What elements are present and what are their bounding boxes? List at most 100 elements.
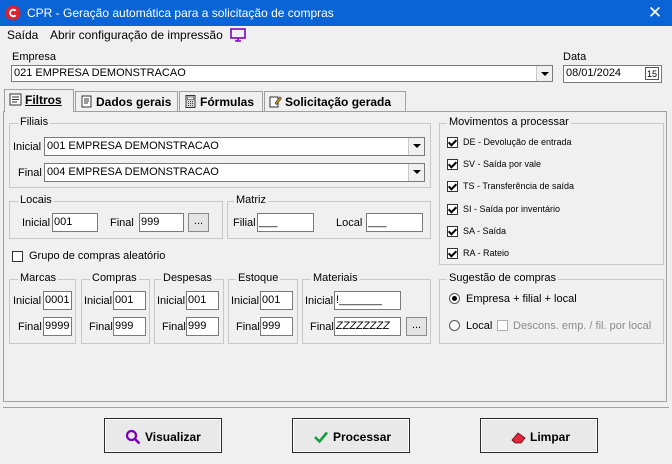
visualizar-label: Visualizar xyxy=(145,430,201,444)
filiais-final-label: Final xyxy=(18,167,42,179)
movimento-sa-label: SA - Saída xyxy=(463,226,507,236)
filial-inicial-select[interactable]: 001 EMPRESA DEMONSTRACAO xyxy=(44,137,425,156)
tab-dados-gerais[interactable]: Dados gerais xyxy=(75,91,178,111)
filiais-group-label: Filiais xyxy=(18,116,51,128)
filter-icon xyxy=(9,93,22,106)
estoque-final-label: Final xyxy=(236,321,260,333)
compras-inicial-input[interactable]: 001 xyxy=(113,291,146,310)
movimento-si-label: SI - Saída por inventário xyxy=(463,204,561,214)
desconsiderar-label: Descons. emp. / fil. por local xyxy=(513,320,652,332)
materiais-lookup-button[interactable]: ... xyxy=(406,317,427,336)
close-icon[interactable]: ✕ xyxy=(646,4,664,22)
movimento-ts-label: TS - Transferência de saída xyxy=(463,181,575,191)
sugestao-empresa-radio[interactable] xyxy=(449,293,460,304)
matriz-local-input[interactable]: ___ xyxy=(366,213,423,232)
empresa-select[interactable]: 021 EMPRESA DEMONSTRACAO xyxy=(11,65,553,82)
grupo-aleatorio-checkbox[interactable] xyxy=(12,251,23,262)
sugestao-group xyxy=(439,279,664,344)
matriz-group-label: Matriz xyxy=(234,194,268,206)
tab-formulas-label: Fórmulas xyxy=(200,95,255,109)
tab-filtros[interactable]: Filtros xyxy=(4,89,74,112)
sugestao-group-label: Sugestão de compras xyxy=(447,272,559,284)
desconsiderar-checkbox[interactable] xyxy=(497,320,508,331)
locais-group-label: Locais xyxy=(18,194,54,206)
grupo-aleatorio-label: Grupo de compras aleatório xyxy=(29,250,166,262)
filial-inicial-value: 001 EMPRESA DEMONSTRACAO xyxy=(47,140,219,152)
movimento-sv-checkbox[interactable] xyxy=(447,159,458,170)
magnifier-icon xyxy=(125,429,141,445)
compras-group-label: Compras xyxy=(90,272,139,284)
locais-inicial-label: Inicial xyxy=(22,217,51,229)
compras-final-input[interactable]: 999 xyxy=(113,317,146,336)
tab-solicitacao-gerada[interactable]: Solicitação gerada xyxy=(264,91,406,111)
movimento-de-label: DE - Devolução de entrada xyxy=(463,137,572,147)
sugestao-local-radio[interactable] xyxy=(449,320,460,331)
despesas-inicial-input[interactable]: 001 xyxy=(186,291,219,310)
movimento-si-checkbox[interactable] xyxy=(447,204,458,215)
menu-print-config[interactable]: Abrir configuração de impressão xyxy=(50,28,223,42)
movimento-ra-checkbox[interactable] xyxy=(447,248,458,259)
marcas-inicial-input[interactable]: 0001 xyxy=(43,291,72,310)
limpar-label: Limpar xyxy=(530,430,571,444)
materiais-inicial-label: Inicial xyxy=(305,295,334,307)
movimento-de-checkbox[interactable] xyxy=(447,137,458,148)
app-logo-icon xyxy=(5,5,21,21)
estoque-inicial-label: Inicial xyxy=(231,295,260,307)
compras-inicial-label: Inicial xyxy=(84,295,113,307)
despesas-final-label: Final xyxy=(162,321,186,333)
despesas-final-input[interactable]: 999 xyxy=(186,317,219,336)
title-bar: CPR - Geração automática para a solicita… xyxy=(0,0,672,26)
tab-solicitacao-label: Solicitação gerada xyxy=(285,95,392,109)
tab-filtros-label: Filtros xyxy=(25,93,62,107)
materiais-group-label: Materiais xyxy=(311,272,360,284)
materiais-final-input[interactable]: ZZZZZZZZ xyxy=(334,317,401,336)
processar-button[interactable]: Processar xyxy=(292,418,410,453)
local-inicial-input[interactable]: 001 xyxy=(52,213,98,232)
filial-final-select[interactable]: 004 EMPRESA DEMONSTRACAO xyxy=(44,163,425,182)
despesas-group-label: Despesas xyxy=(161,272,214,284)
movimentos-group-label: Movimentos a processar xyxy=(447,116,571,128)
filiais-inicial-label: Inicial xyxy=(13,141,42,153)
book-icon xyxy=(81,95,92,108)
compras-final-label: Final xyxy=(89,321,113,333)
monitor-icon[interactable] xyxy=(230,28,246,42)
estoque-inicial-input[interactable]: 001 xyxy=(260,291,293,310)
chevron-down-icon xyxy=(408,138,424,155)
tab-dados-gerais-label: Dados gerais xyxy=(96,95,172,109)
matriz-filial-input[interactable]: ___ xyxy=(257,213,314,232)
materiais-final-label: Final xyxy=(310,321,334,333)
processar-label: Processar xyxy=(333,430,392,444)
empresa-value: 021 EMPRESA DEMONSTRACAO xyxy=(14,67,186,79)
estoque-group-label: Estoque xyxy=(236,272,281,284)
menu-exit[interactable]: Saída xyxy=(7,28,38,42)
local-final-input[interactable]: 999 xyxy=(139,213,184,232)
matriz-filial-label: Filial xyxy=(233,217,256,229)
limpar-button[interactable]: Limpar xyxy=(480,418,598,453)
locais-final-label: Final xyxy=(110,217,134,229)
sugestao-empresa-label: Empresa + filial + local xyxy=(466,293,577,305)
movimento-ra-label: RA - Rateio xyxy=(463,248,510,258)
chevron-down-icon xyxy=(408,164,424,181)
calculator-icon xyxy=(185,95,196,108)
window-title: CPR - Geração automática para a solicita… xyxy=(27,6,334,20)
marcas-group-label: Marcas xyxy=(18,272,59,284)
locais-lookup-button[interactable]: ... xyxy=(188,213,209,232)
marcas-inicial-label: Inicial xyxy=(13,295,42,307)
marcas-final-label: Final xyxy=(18,321,42,333)
visualizar-button[interactable]: Visualizar xyxy=(104,418,222,453)
chevron-down-icon xyxy=(536,66,552,81)
document-pen-icon xyxy=(269,96,282,108)
movimento-ts-checkbox[interactable] xyxy=(447,181,458,192)
calendar-icon[interactable]: 15 xyxy=(645,67,659,80)
estoque-final-input[interactable]: 999 xyxy=(260,317,293,336)
filial-final-value: 004 EMPRESA DEMONSTRACAO xyxy=(47,166,219,178)
marcas-final-input[interactable]: 9999 xyxy=(43,317,72,336)
eraser-icon xyxy=(511,432,526,444)
tab-formulas[interactable]: Fórmulas xyxy=(179,91,263,111)
sugestao-local-label: Local xyxy=(466,320,493,332)
movimento-sa-checkbox[interactable] xyxy=(447,226,458,237)
empresa-label: Empresa xyxy=(12,51,57,63)
materiais-inicial-input[interactable]: !_______ xyxy=(334,291,401,310)
checkmark-icon xyxy=(314,431,328,444)
despesas-inicial-label: Inicial xyxy=(157,295,186,307)
